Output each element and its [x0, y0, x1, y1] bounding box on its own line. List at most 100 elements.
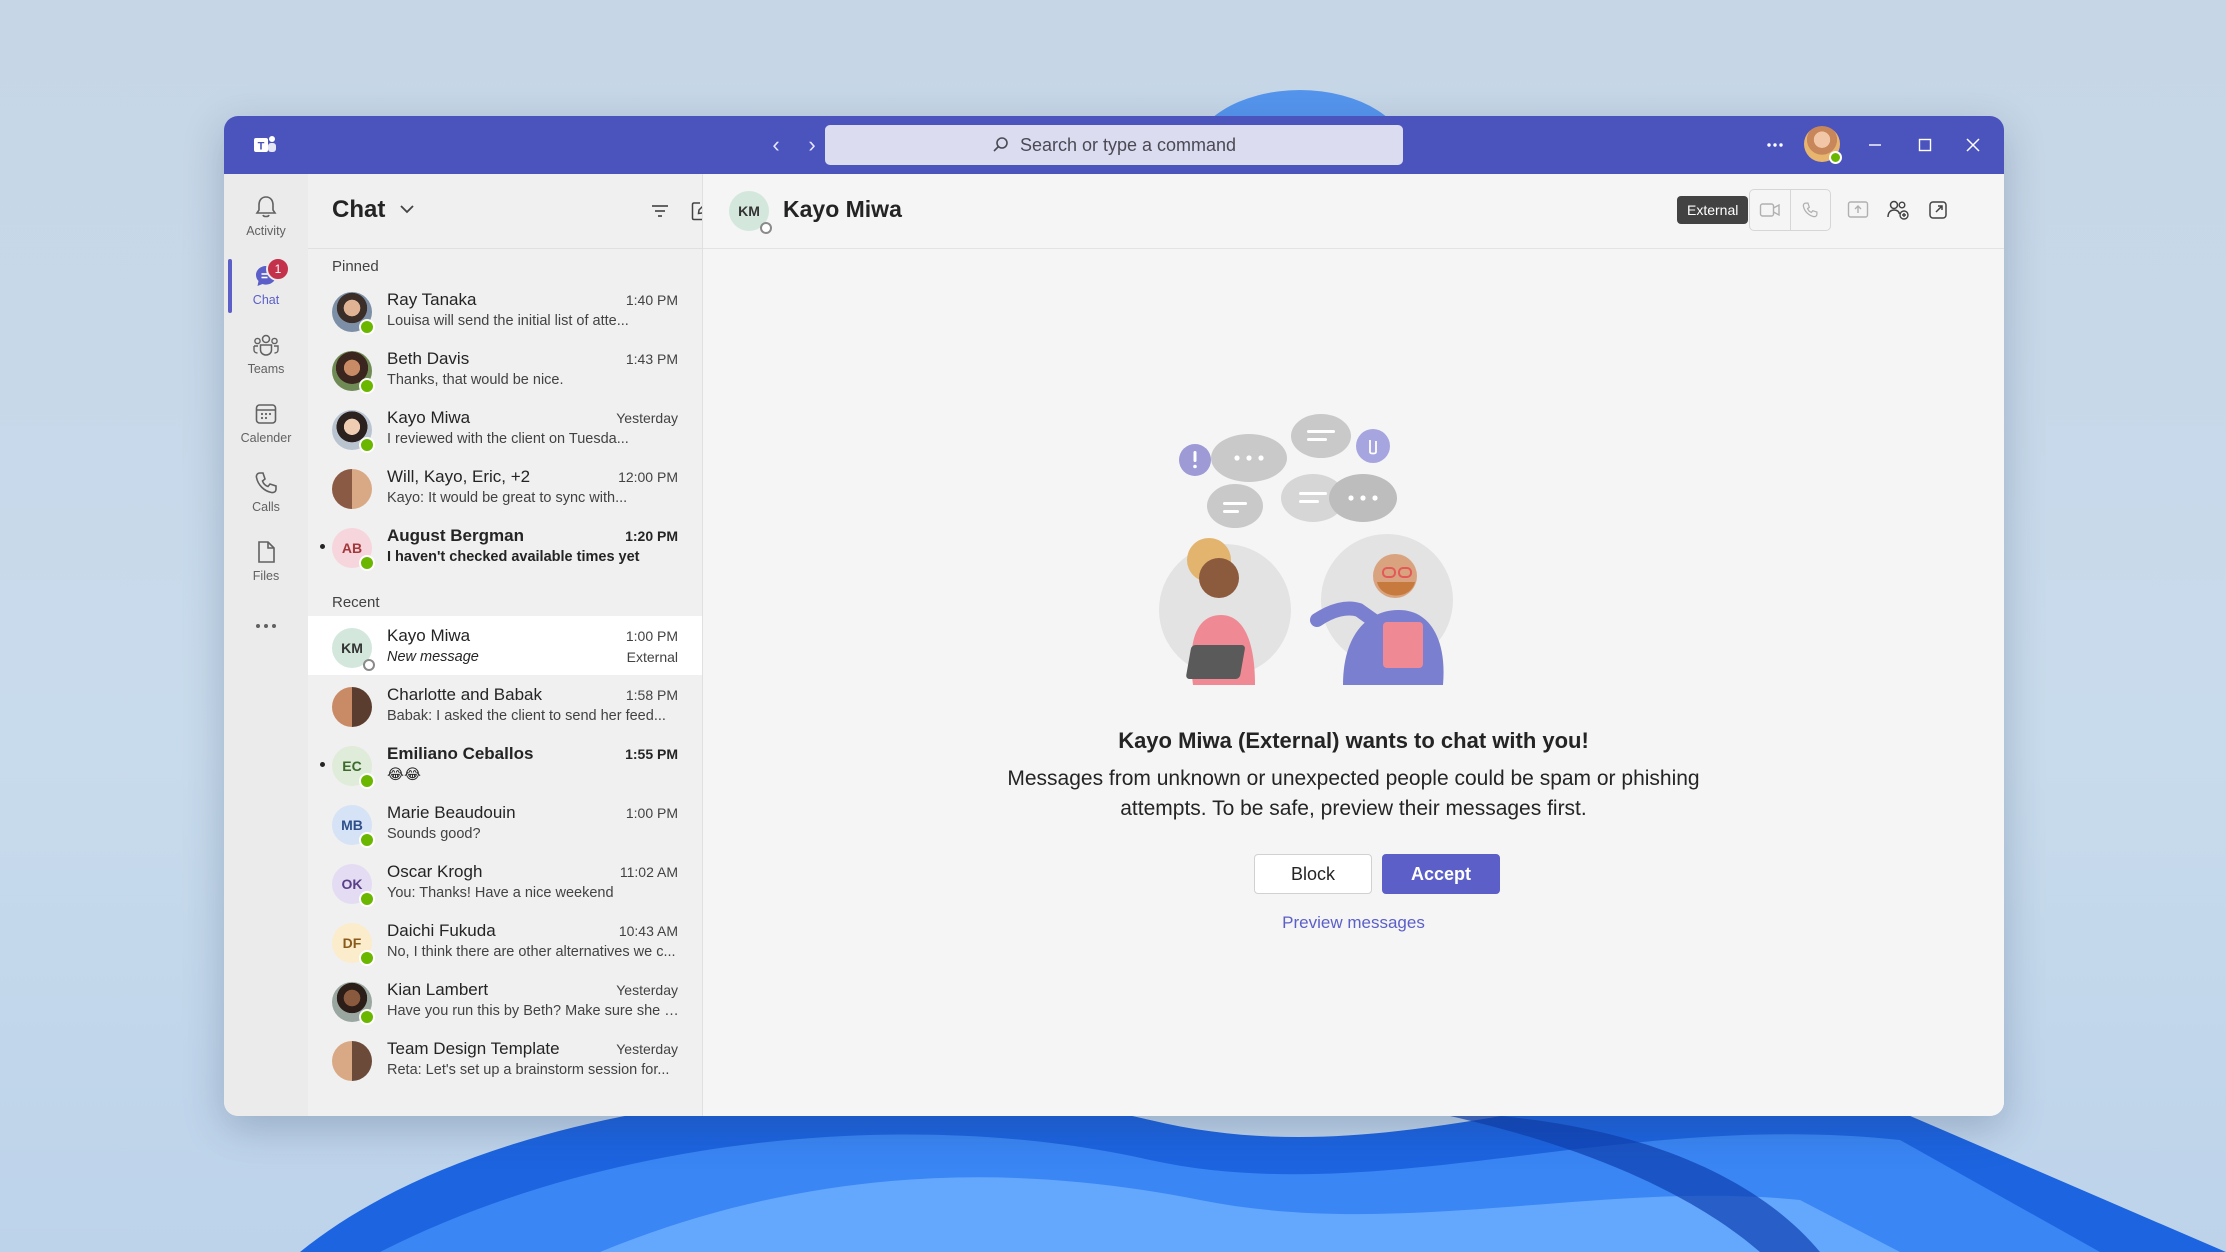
- chat-row-charlotte-and-babak[interactable]: Charlotte and Babak 1:58 PM Babak: I ask…: [308, 675, 702, 734]
- chat-row-ray-tanaka[interactable]: Ray Tanaka 1:40 PM Louisa will send the …: [308, 280, 702, 339]
- presence-available-icon: [1829, 151, 1842, 164]
- message-time: 1:00 PM: [625, 628, 678, 644]
- title-bar: T ‹ › Search or type a command: [224, 116, 2004, 174]
- more-horizontal-icon: [256, 624, 276, 628]
- teams-icon: [253, 334, 279, 356]
- accept-button[interactable]: Accept: [1382, 854, 1500, 894]
- message-time: Yesterday: [616, 410, 678, 426]
- chat-row-group-will-kayo-eric[interactable]: Will, Kayo, Eric, +2 12:00 PM Kayo: It w…: [308, 457, 702, 516]
- calendar-icon: [255, 404, 277, 424]
- chat-row-team-design-template[interactable]: Team Design Template Yesterday Reta: Let…: [308, 1029, 702, 1088]
- contact-name: Will, Kayo, Eric, +2: [387, 467, 531, 486]
- chat-row-oscar-krogh[interactable]: OK Oscar Krogh 11:02 AM You: Thanks! Hav…: [308, 852, 702, 911]
- call-button-group: [1749, 189, 1831, 231]
- chat-row-marie-beaudouin[interactable]: MB Marie Beaudouin 1:00 PM Sounds good?: [308, 793, 702, 852]
- chat-request-title: Kayo Miwa (External) wants to chat with …: [1118, 728, 1589, 753]
- maximize-button[interactable]: [1910, 130, 1940, 160]
- message-time: 1:20 PM: [625, 528, 678, 544]
- rail-label: Calls: [252, 500, 280, 514]
- rail-item-chat[interactable]: 1 Chat: [224, 253, 308, 317]
- avatar[interactable]: KM: [729, 191, 772, 234]
- back-arrow-icon[interactable]: ‹: [762, 131, 790, 159]
- more-apps-button[interactable]: [224, 606, 308, 646]
- rail-label: Teams: [247, 362, 285, 376]
- section-recent: Recent: [332, 594, 380, 611]
- avatar-initials: DF: [342, 935, 362, 951]
- message-time: 10:43 AM: [618, 923, 678, 939]
- chat-row-kian-lambert[interactable]: Kian Lambert Yesterday Have you run this…: [308, 970, 702, 1029]
- rail-item-teams[interactable]: Teams: [224, 322, 308, 386]
- section-pinned: Pinned: [332, 258, 379, 275]
- audio-call-icon[interactable]: [1789, 190, 1831, 230]
- message-time: 1:43 PM: [625, 351, 678, 367]
- filter-icon[interactable]: [647, 198, 673, 224]
- speech-bubbles-icon: [1179, 414, 1397, 528]
- contact-name: Ray Tanaka: [387, 290, 477, 309]
- video-call-icon[interactable]: [1750, 190, 1790, 230]
- avatar: EC: [332, 746, 375, 789]
- chat-row-august-bergman[interactable]: AB August Bergman 1:20 PM I haven't chec…: [308, 516, 702, 575]
- chat-list-pane: Chat Pinned Ray Tanaka 1:40 PM Louisa wi…: [308, 174, 703, 1116]
- chat-row-beth-davis[interactable]: Beth Davis 1:43 PM Thanks, that would be…: [308, 339, 702, 398]
- rail-label: Chat: [252, 293, 280, 307]
- app-rail: Activity 1 Chat Teams Calender Calls Fil…: [224, 174, 308, 1116]
- search-icon: [993, 137, 1008, 152]
- minimize-button[interactable]: [1860, 130, 1890, 160]
- avatar: OK: [332, 864, 375, 907]
- rail-item-activity[interactable]: Activity: [224, 184, 308, 248]
- avatar: AB: [332, 528, 375, 571]
- message-time: Yesterday: [616, 1041, 678, 1057]
- presence-available-icon: [359, 319, 375, 335]
- chat-row-emiliano-ceballos[interactable]: EC Emiliano Ceballos 1:55 PM 😂😂: [308, 734, 702, 793]
- message-time: 1:58 PM: [625, 687, 678, 703]
- message-preview: You: Thanks! Have a nice weekend: [387, 885, 614, 901]
- chat-list-title[interactable]: Chat: [332, 196, 385, 224]
- message-preview: Thanks, that would be nice.: [387, 372, 564, 388]
- teams-logo-icon[interactable]: T: [252, 132, 278, 158]
- presence-available-icon: [359, 891, 375, 907]
- rail-item-files[interactable]: Files: [224, 529, 308, 593]
- preview-messages-link[interactable]: Preview messages: [703, 913, 2004, 933]
- presence-available-icon: [359, 950, 375, 966]
- share-screen-icon[interactable]: [1845, 197, 1871, 223]
- avatar: [332, 982, 375, 1025]
- presence-available-icon: [359, 1009, 375, 1025]
- message-preview: I haven't checked available times yet: [387, 549, 640, 565]
- search-bar[interactable]: Search or type a command: [825, 125, 1403, 165]
- group-avatar: [332, 1041, 372, 1081]
- avatar-initials: AB: [341, 540, 363, 556]
- rail-item-calendar[interactable]: Calender: [224, 391, 308, 455]
- profile-avatar[interactable]: [1804, 126, 1842, 164]
- message-time: 1:00 PM: [625, 805, 678, 821]
- new-chat-icon[interactable]: [688, 198, 702, 224]
- conversation-title: Kayo Miwa: [783, 196, 902, 222]
- forward-arrow-icon[interactable]: ›: [798, 131, 826, 159]
- chat-row-kayo-miwa-external[interactable]: KM Kayo Miwa 1:00 PM New message Externa…: [308, 616, 702, 675]
- search-placeholder: Search or type a command: [1019, 134, 1237, 155]
- message-preview: I reviewed with the client on Tuesda...: [387, 431, 629, 447]
- chevron-down-icon[interactable]: [398, 200, 416, 218]
- avatar: [332, 292, 375, 335]
- presence-available-icon: [359, 555, 375, 571]
- close-button[interactable]: [1958, 130, 1988, 160]
- contact-name: Kayo Miwa: [387, 626, 471, 645]
- message-preview: No, I think there are other alternatives…: [387, 944, 676, 960]
- message-preview: Kayo: It would be great to sync with...: [387, 490, 628, 506]
- contact-name: Kian Lambert: [387, 980, 489, 999]
- conversation-header: KM Kayo Miwa External: [703, 174, 2004, 249]
- message-preview: Sounds good?: [387, 826, 481, 842]
- rail-item-calls[interactable]: Calls: [224, 460, 308, 524]
- add-people-icon[interactable]: [1885, 197, 1911, 223]
- avatar: MB: [332, 805, 375, 848]
- pop-out-icon[interactable]: [1925, 197, 1951, 223]
- chat-row-daichi-fukuda[interactable]: DF Daichi Fukuda 10:43 AM No, I think th…: [308, 911, 702, 970]
- block-button[interactable]: Block: [1254, 854, 1372, 894]
- bell-icon: [255, 196, 277, 218]
- avatar: KM: [332, 628, 375, 671]
- avatar: [332, 410, 375, 453]
- more-options-icon[interactable]: [1760, 130, 1790, 160]
- external-badge: External: [1677, 196, 1749, 224]
- message-time: 12:00 PM: [618, 469, 678, 485]
- chat-row-kayo-miwa-pinned[interactable]: Kayo Miwa Yesterday I reviewed with the …: [308, 398, 702, 457]
- file-icon: [258, 541, 275, 563]
